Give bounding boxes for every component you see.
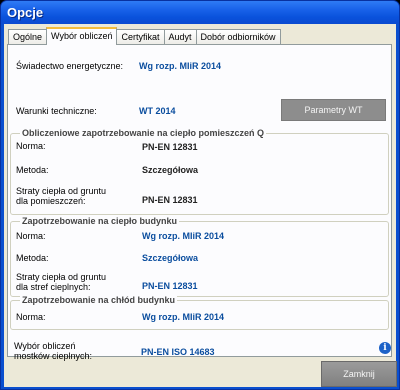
- tab-panel: Świadectwo energetyczne: Wg rozp. MIiR 2…: [7, 44, 392, 361]
- group-heat-building: Zapotrzebowanie na ciepło budynku Norma:…: [10, 216, 389, 297]
- wt-parameters-button[interactable]: Parametry WT: [281, 99, 386, 121]
- heat-building-norm-value[interactable]: Wg rozp. MIiR 2014: [142, 231, 224, 242]
- info-icon[interactable]: i: [379, 342, 391, 354]
- tab-receiver-selection[interactable]: Dobór odbiorników: [195, 29, 281, 45]
- tab-calculation-choice[interactable]: Wybór obliczeń: [46, 27, 118, 45]
- heat-building-method-label: Metoda:: [16, 253, 49, 263]
- group-heat-building-title: Zapotrzebowanie na ciepło budynku: [20, 216, 180, 227]
- options-window: Opcje Ogólne Wybór obliczeń Certyfikat A…: [0, 0, 400, 390]
- heat-rooms-ground-label-2: dla pomieszczeń:: [16, 196, 86, 206]
- heat-building-norm-label: Norma:: [16, 231, 46, 241]
- heat-rooms-ground-value: PN-EN 12831: [142, 195, 198, 205]
- close-button[interactable]: Zamknij: [321, 361, 397, 387]
- cool-building-norm-label: Norma:: [16, 312, 46, 322]
- heat-rooms-method-value: Szczegółowa: [142, 165, 199, 175]
- heat-building-ground-label-2: dla stref cieplnych:: [16, 282, 91, 292]
- heat-building-method-value[interactable]: Szczegółowa: [142, 253, 198, 264]
- cert-label: Świadectwo energetyczne:: [16, 61, 124, 71]
- heat-rooms-norm-value: PN-EN 12831: [142, 142, 198, 152]
- wt-label: Warunki techniczne:: [16, 106, 97, 116]
- tab-certificate[interactable]: Certyfikat: [116, 29, 165, 45]
- heat-rooms-method-label: Metoda:: [16, 165, 49, 175]
- group-heat-rooms: Obliczeniowe zapotrzebowanie na ciepło p…: [10, 128, 389, 215]
- wt-value[interactable]: WT 2014: [139, 106, 176, 117]
- group-heat-rooms-title: Obliczeniowe zapotrzebowanie na ciepło p…: [20, 128, 267, 139]
- heat-rooms-norm-label: Norma:: [16, 141, 46, 151]
- group-cool-building-title: Zapotrzebowanie na chłód budynku: [20, 295, 178, 306]
- tab-general[interactable]: Ogólne: [8, 29, 48, 45]
- group-cool-building: Zapotrzebowanie na chłód budynku Norma: …: [10, 295, 389, 330]
- title-bar[interactable]: Opcje: [1, 1, 399, 24]
- cert-value[interactable]: Wg rozp. MIiR 2014: [139, 61, 221, 72]
- bridges-label-2: mostków cieplnych:: [14, 351, 93, 361]
- dialog-client: Ogólne Wybór obliczeń Certyfikat Audyt D…: [4, 24, 397, 387]
- window-title: Opcje: [7, 5, 44, 20]
- cool-building-norm-value[interactable]: Wg rozp. MIiR 2014: [142, 312, 224, 323]
- tab-strip: Ogólne Wybór obliczeń Certyfikat Audyt D…: [8, 27, 281, 45]
- tab-audit[interactable]: Audyt: [163, 29, 197, 45]
- heat-building-ground-value[interactable]: PN-EN 12831: [142, 281, 198, 292]
- bridges-value[interactable]: PN-EN ISO 14683: [141, 347, 215, 358]
